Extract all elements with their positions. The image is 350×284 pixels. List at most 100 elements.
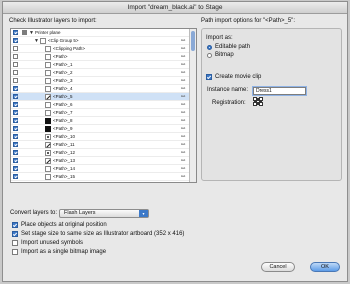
convert-layers-select[interactable]: Flash Layers ▾ [59, 209, 149, 218]
tree-scrollbar[interactable] [189, 29, 196, 182]
layer-row[interactable]: <Path>_3 ⚯ [11, 77, 189, 85]
layer-row[interactable]: <Path> ⚯ [11, 53, 189, 61]
dialog-title: Import "dream_black.ai" to Stage [3, 2, 347, 14]
layer-link-icon: ⚯ [181, 134, 186, 140]
layer-row[interactable]: <Path>_14 ⚯ [11, 165, 189, 173]
layer-row[interactable]: <Path>_4 ⚯ [11, 85, 189, 93]
layer-row[interactable]: <Path>_13 ⚯ [11, 157, 189, 165]
editable-path-radio[interactable] [207, 45, 212, 50]
layer-checkbox[interactable] [13, 70, 18, 75]
registration-label: Registration: [212, 100, 246, 106]
import-as-label: Import as: [206, 35, 233, 41]
layer-checkbox[interactable] [13, 158, 18, 163]
layer-thumbnail-icon [45, 54, 51, 60]
layer-name: <Path>_13 [53, 158, 76, 163]
cancel-button[interactable]: Cancel [261, 262, 295, 272]
layer-row[interactable]: <Path>_15 ⚯ [11, 173, 189, 181]
layer-name: <Path>_5 [53, 94, 73, 99]
layer-row[interactable]: <Path>_10 ⚯ [11, 133, 189, 141]
editable-path-label[interactable]: Editable path [215, 44, 250, 50]
layer-thumbnail-icon [45, 118, 51, 124]
convert-layers-label: Convert layers to: [10, 210, 58, 216]
registration-grid-icon[interactable] [253, 97, 263, 106]
layer-checkbox[interactable] [13, 142, 18, 147]
layer-link-icon: ⚯ [181, 102, 186, 108]
layer-link-icon: ⚯ [181, 126, 186, 132]
layer-link-icon: ⚯ [181, 70, 186, 76]
layer-checkbox[interactable] [13, 134, 18, 139]
layer-link-icon: ⚯ [181, 118, 186, 124]
layer-name: <Path>_8 [53, 118, 73, 123]
layer-name: <Clipping Path> [53, 46, 86, 51]
place-objects-label[interactable]: Place objects at original position [21, 222, 107, 228]
layer-checkbox[interactable] [13, 78, 18, 83]
import-unused-symbols-checkbox[interactable] [12, 240, 18, 246]
single-bitmap-checkbox[interactable] [12, 249, 18, 255]
layer-name: <Path>_2 [53, 70, 73, 75]
set-stage-size-checkbox[interactable] [12, 231, 18, 237]
layer-name: <Clip Group 5> [48, 38, 79, 43]
layer-checkbox[interactable] [13, 46, 18, 51]
layer-name: Printer plane [35, 30, 61, 35]
layer-row[interactable]: ▼ <Clip Group 5> ⚯ [11, 37, 189, 45]
bitmap-radio[interactable] [207, 53, 212, 58]
layer-checkbox[interactable] [13, 110, 18, 115]
create-movie-clip-label[interactable]: Create movie clip [215, 74, 261, 80]
set-stage-size-label[interactable]: Set stage size to same size as Illustrat… [21, 231, 184, 237]
layer-name: <Path>_14 [53, 166, 76, 171]
layer-checkbox[interactable] [13, 86, 18, 91]
layer-link-icon: ⚯ [181, 150, 186, 156]
place-objects-checkbox[interactable] [12, 222, 18, 228]
layer-link-icon: ⚯ [181, 110, 186, 116]
layer-name: <Path>_3 [53, 78, 73, 83]
path-options-heading: Path import options for "<Path>_5": [201, 18, 295, 24]
layer-name: <Path> [53, 54, 68, 59]
layer-row[interactable]: <Path>_7 ⚯ [11, 109, 189, 117]
layer-checkbox[interactable] [13, 38, 18, 43]
disclosure-triangle-icon[interactable]: ▼ [34, 37, 39, 45]
layer-thumbnail-icon [45, 70, 51, 76]
instance-name-input[interactable]: Dress1 [253, 87, 306, 95]
layer-name: <Path>_9 [53, 126, 73, 131]
layer-checkbox[interactable] [13, 150, 18, 155]
layer-row[interactable]: <Path>_11 ⚯ [11, 141, 189, 149]
layer-checkbox[interactable] [13, 174, 18, 179]
layer-row[interactable]: <Path>_8 ⚯ [11, 117, 189, 125]
layer-thumbnail-icon [45, 62, 51, 68]
single-bitmap-label[interactable]: Import as a single bitmap image [21, 249, 106, 255]
layer-checkbox[interactable] [13, 118, 18, 123]
layer-row[interactable]: <Path>_5 ⚯ [11, 93, 189, 101]
bitmap-label[interactable]: Bitmap [215, 52, 234, 58]
layer-thumbnail-icon [45, 150, 51, 156]
layer-link-icon: ⚯ [181, 46, 186, 52]
layer-row[interactable]: <Path>_2 ⚯ [11, 69, 189, 77]
layer-checkbox[interactable] [13, 126, 18, 131]
layer-row[interactable]: <Path>_9 ⚯ [11, 125, 189, 133]
layer-checkbox[interactable] [13, 94, 18, 99]
layer-visibility-icon[interactable] [22, 30, 27, 35]
layer-name: <Path>_15 [53, 174, 76, 179]
ok-button[interactable]: OK [310, 262, 340, 272]
disclosure-triangle-icon[interactable]: ▼ [29, 29, 34, 37]
layers-tree[interactable]: ▼ Printer plane ▼ <Clip Group 5> ⚯ <Clipping … [10, 28, 197, 183]
import-unused-symbols-label[interactable]: Import unused symbols [21, 240, 83, 246]
layer-checkbox[interactable] [13, 62, 18, 67]
layer-name: <Path>_4 [53, 86, 73, 91]
tree-scroll-thumb[interactable] [191, 31, 195, 51]
layer-row[interactable]: <Clipping Path> ⚯ [11, 45, 189, 53]
layer-name: <Path>_11 [53, 142, 75, 147]
layer-row[interactable]: <Path>_12 ⚯ [11, 149, 189, 157]
layer-thumbnail-icon [45, 126, 51, 132]
layer-checkbox[interactable] [13, 102, 18, 107]
layer-checkbox[interactable] [13, 166, 18, 171]
layer-link-icon: ⚯ [181, 174, 186, 180]
layer-row[interactable]: <Path>_1 ⚯ [11, 61, 189, 69]
layer-link-icon: ⚯ [181, 54, 186, 60]
create-movie-clip-checkbox[interactable] [206, 74, 212, 80]
layer-checkbox[interactable] [13, 30, 18, 35]
layer-row[interactable]: ▼ Printer plane [11, 29, 189, 37]
layer-row[interactable]: <Path>_6 ⚯ [11, 101, 189, 109]
layer-name: <Path>_6 [53, 102, 73, 107]
layer-checkbox[interactable] [13, 54, 18, 59]
layer-thumbnail-icon [45, 142, 51, 148]
